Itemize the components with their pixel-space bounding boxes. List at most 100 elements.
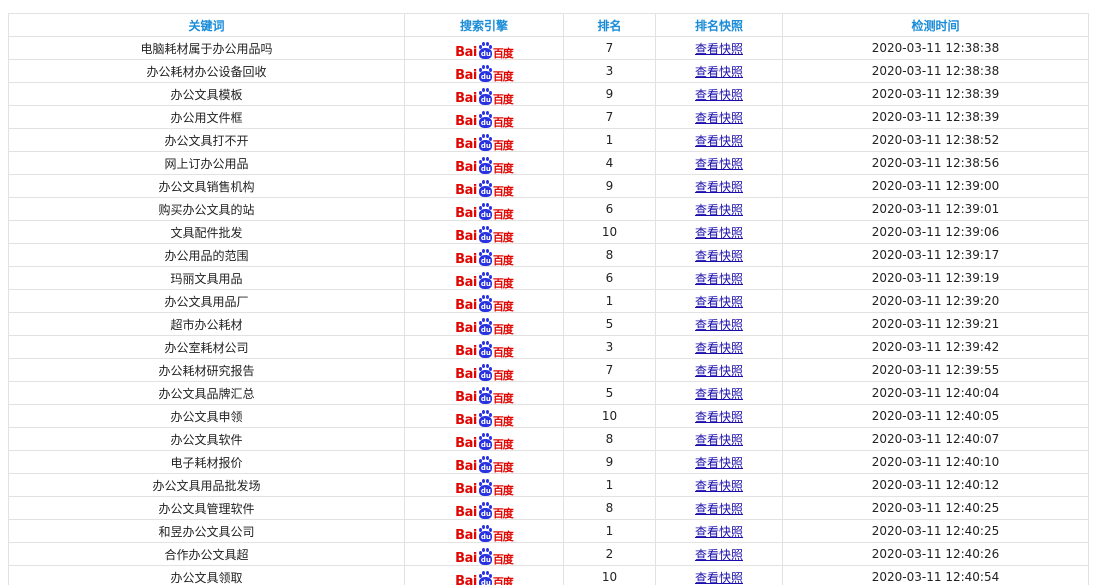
baidu-logo-icon: Bai du 百度 — [455, 432, 514, 451]
baidu-paw-icon: du — [478, 226, 493, 243]
view-snapshot-link[interactable]: 查看快照 — [695, 111, 743, 125]
snapshot-cell: 查看快照 — [655, 335, 783, 359]
baidu-logo-latin: Bai — [455, 528, 477, 543]
baidu-logo-latin: Bai — [455, 482, 477, 497]
baidu-paw-icon: du — [478, 318, 493, 335]
baidu-paw-icon: du — [478, 387, 493, 404]
view-snapshot-link[interactable]: 查看快照 — [695, 226, 743, 240]
baidu-logo-chinese: 百度 — [492, 70, 514, 83]
keyword-cell: 办公文具领取 — [8, 565, 405, 585]
view-snapshot-link[interactable]: 查看快照 — [695, 88, 743, 102]
table-row: 合作办公文具超 Bai du 百度 2 查看快照 2020-03-11 12:40:26 — [8, 542, 1089, 566]
keyword-cell: 办公文具管理软件 — [8, 496, 405, 520]
snapshot-cell: 查看快照 — [655, 381, 783, 405]
baidu-paw-text: du — [480, 556, 491, 564]
baidu-paw-text: du — [480, 142, 491, 150]
baidu-logo-chinese: 百度 — [492, 208, 514, 221]
view-snapshot-link[interactable]: 查看快照 — [695, 525, 743, 539]
rank-cell: 7 — [563, 358, 656, 382]
baidu-logo-chinese: 百度 — [492, 576, 514, 585]
search-engine-cell: Bai du 百度 — [404, 496, 564, 520]
baidu-paw-text: du — [480, 326, 491, 334]
rank-cell: 1 — [563, 289, 656, 313]
view-snapshot-link[interactable]: 查看快照 — [695, 456, 743, 470]
snapshot-cell: 查看快照 — [655, 519, 783, 543]
table-row: 超市办公耗材 Bai du 百度 5 查看快照 2020-03-11 12:39:21 — [8, 312, 1089, 336]
check-time-cell: 2020-03-11 12:39:06 — [782, 220, 1089, 244]
snapshot-cell: 查看快照 — [655, 289, 783, 313]
baidu-logo-icon: Bai du 百度 — [455, 202, 514, 221]
keyword-cell: 办公耗材研究报告 — [8, 358, 405, 382]
baidu-logo-icon: Bai du 百度 — [455, 133, 514, 151]
keyword-cell: 购买办公文具的站 — [8, 197, 405, 221]
view-snapshot-link[interactable]: 查看快照 — [695, 548, 743, 562]
baidu-paw-icon: du — [478, 571, 493, 585]
view-snapshot-link[interactable]: 查看快照 — [695, 341, 743, 355]
table-row: 办公文具申领 Bai du 百度 10 查看快照 2020-03-11 12:40:05 — [8, 404, 1089, 428]
search-engine-cell: Bai du 百度 — [404, 151, 564, 175]
baidu-paw-icon: du — [478, 157, 493, 174]
rank-cell: 5 — [563, 312, 656, 336]
baidu-logo-icon: Bai du 百度 — [455, 317, 514, 335]
rank-cell: 6 — [563, 197, 656, 221]
snapshot-cell: 查看快照 — [655, 427, 783, 451]
search-engine-cell: Bai du 百度 — [404, 36, 564, 60]
header-keyword: 关键词 — [8, 13, 405, 37]
view-snapshot-link[interactable]: 查看快照 — [695, 410, 743, 424]
baidu-logo-latin: Bai — [455, 206, 477, 221]
check-time-cell: 2020-03-11 12:38:52 — [782, 128, 1089, 152]
view-snapshot-link[interactable]: 查看快照 — [695, 502, 743, 516]
check-time-cell: 2020-03-11 12:38:38 — [782, 59, 1089, 83]
search-engine-cell: Bai du 百度 — [404, 381, 564, 405]
baidu-logo-latin: Bai — [455, 229, 477, 244]
view-snapshot-link[interactable]: 查看快照 — [695, 42, 743, 56]
view-snapshot-link[interactable]: 查看快照 — [695, 295, 743, 309]
baidu-paw-text: du — [480, 119, 491, 127]
baidu-paw-icon: du — [478, 249, 493, 266]
view-snapshot-link[interactable]: 查看快照 — [695, 318, 743, 332]
rank-cell: 3 — [563, 59, 656, 83]
snapshot-cell: 查看快照 — [655, 128, 783, 152]
view-snapshot-link[interactable]: 查看快照 — [695, 134, 743, 148]
table-row: 文具配件批发 Bai du 百度 10 查看快照 2020-03-11 12:39:06 — [8, 220, 1089, 244]
view-snapshot-link[interactable]: 查看快照 — [695, 180, 743, 194]
baidu-logo-icon: Bai du 百度 — [455, 455, 514, 473]
baidu-logo-chinese: 百度 — [492, 300, 514, 313]
search-engine-cell: Bai du 百度 — [404, 243, 564, 267]
check-time-cell: 2020-03-11 12:38:38 — [782, 36, 1089, 60]
snapshot-cell: 查看快照 — [655, 358, 783, 382]
table-row: 办公文具销售机构 Bai du 百度 9 查看快照 2020-03-11 12:39:00 — [8, 174, 1089, 198]
baidu-paw-icon: du — [478, 479, 493, 496]
keyword-cell: 电脑耗材属于办公用品吗 — [8, 36, 405, 60]
check-time-cell: 2020-03-11 12:40:25 — [782, 496, 1089, 520]
view-snapshot-link[interactable]: 查看快照 — [695, 272, 743, 286]
baidu-logo-latin: Bai — [455, 436, 477, 451]
table-row: 和昱办公文具公司 Bai du 百度 1 查看快照 2020-03-11 12:40:25 — [8, 519, 1089, 543]
baidu-logo-icon: Bai du 百度 — [455, 179, 514, 197]
view-snapshot-link[interactable]: 查看快照 — [695, 203, 743, 217]
table-row: 办公用文件框 Bai du 百度 7 查看快照 2020-03-11 12:38:39 — [8, 105, 1089, 129]
table-row: 网上订办公用品 Bai du 百度 4 查看快照 2020-03-11 12:38:56 — [8, 151, 1089, 175]
view-snapshot-link[interactable]: 查看快照 — [695, 249, 743, 263]
baidu-logo-latin: Bai — [455, 275, 477, 290]
table-row: 办公文具领取 Bai du 百度 10 查看快照 2020-03-11 12:40:54 — [8, 565, 1089, 585]
view-snapshot-link[interactable]: 查看快照 — [695, 157, 743, 171]
baidu-paw-text: du — [480, 533, 491, 541]
snapshot-cell: 查看快照 — [655, 473, 783, 497]
baidu-paw-text: du — [480, 372, 491, 380]
baidu-logo-latin: Bai — [455, 505, 477, 520]
baidu-logo-chinese: 百度 — [492, 507, 514, 520]
snapshot-cell: 查看快照 — [655, 220, 783, 244]
rank-cell: 10 — [563, 565, 656, 585]
view-snapshot-link[interactable]: 查看快照 — [695, 433, 743, 447]
keyword-cell: 办公用文件框 — [8, 105, 405, 129]
view-snapshot-link[interactable]: 查看快照 — [695, 571, 743, 585]
view-snapshot-link[interactable]: 查看快照 — [695, 364, 743, 378]
snapshot-cell: 查看快照 — [655, 174, 783, 198]
view-snapshot-link[interactable]: 查看快照 — [695, 479, 743, 493]
view-snapshot-link[interactable]: 查看快照 — [695, 387, 743, 401]
view-snapshot-link[interactable]: 查看快照 — [695, 65, 743, 79]
snapshot-cell: 查看快照 — [655, 496, 783, 520]
baidu-paw-icon: du — [478, 203, 493, 220]
baidu-logo-latin: Bai — [455, 574, 477, 585]
